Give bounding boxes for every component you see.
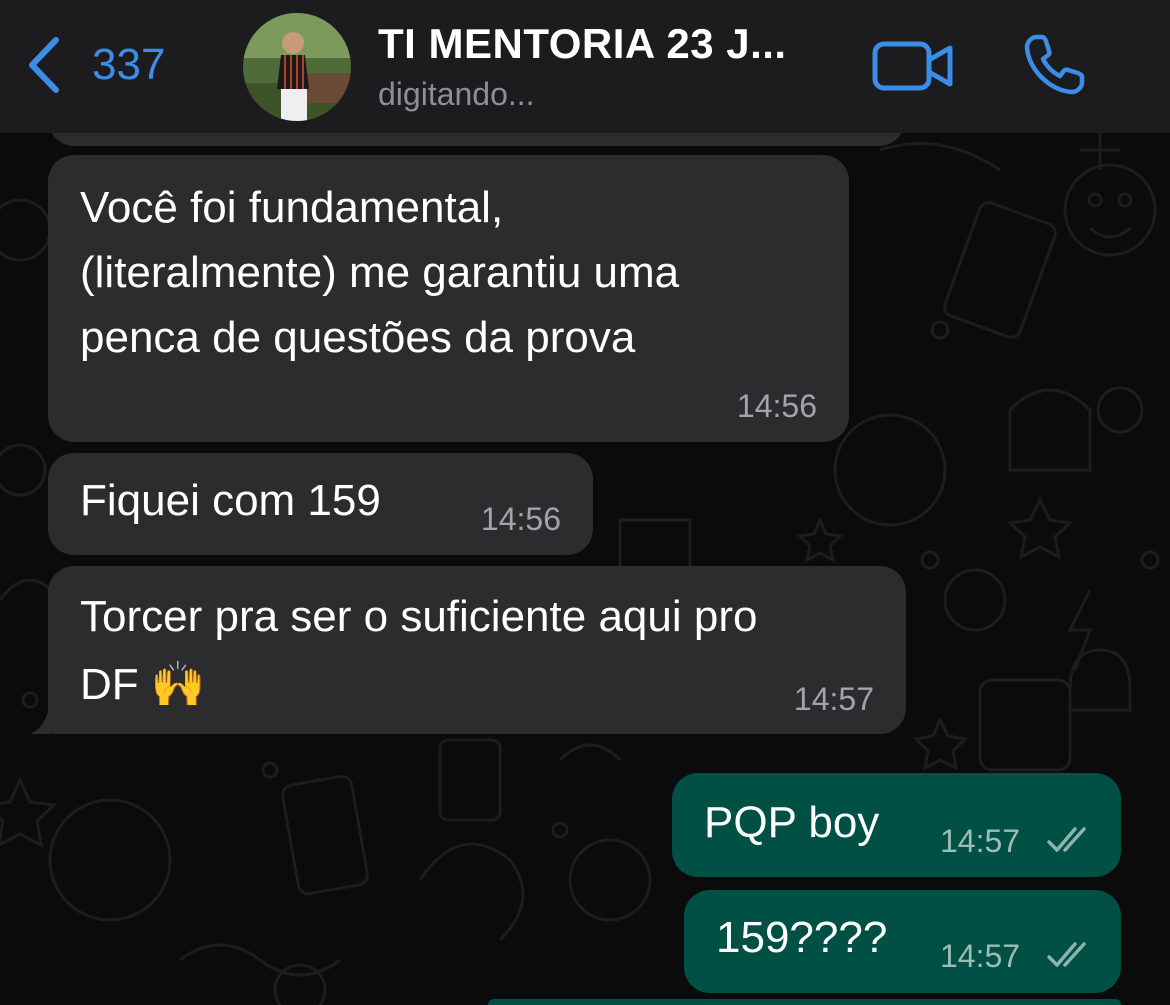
message-time: 14:56 bbox=[480, 501, 561, 537]
message-text: Fiquei com 159 bbox=[80, 476, 381, 525]
message-bubble-incoming[interactable]: Você foi fundamental, (literalmente) me … bbox=[48, 155, 849, 442]
double-check-icon bbox=[1047, 942, 1086, 967]
message-text: (literalmente) me garantiu uma bbox=[80, 248, 680, 297]
chat-title[interactable]: TI MENTORIA 23 J... bbox=[378, 20, 787, 68]
message-bubble-incoming[interactable]: Fiquei com 159 14:56 bbox=[48, 453, 593, 555]
typing-status: digitando... bbox=[378, 76, 535, 112]
bubble-tail bbox=[30, 700, 50, 734]
message-bubble-partial bbox=[488, 999, 1121, 1005]
voice-call-button[interactable] bbox=[1022, 33, 1086, 97]
unread-count: 337 bbox=[92, 40, 166, 89]
chevron-left-icon bbox=[29, 37, 59, 93]
video-call-button[interactable] bbox=[872, 38, 954, 94]
message-text: Torcer pra ser o suficiente aqui pro bbox=[80, 592, 758, 641]
group-avatar[interactable] bbox=[243, 13, 351, 121]
message-time: 14:57 bbox=[793, 681, 874, 717]
message-time: 14:57 bbox=[940, 823, 1021, 859]
double-check-icon bbox=[1047, 827, 1086, 852]
message-time: 14:56 bbox=[736, 388, 817, 424]
message-text: 159???? bbox=[716, 913, 888, 962]
chat-header: 337 TI MENTORIA 23 J... digitando... bbox=[0, 0, 1170, 133]
message-bubble-outgoing[interactable]: 159???? 14:57 bbox=[684, 890, 1121, 993]
message-time: 14:57 bbox=[940, 938, 1021, 974]
message-text: Você foi fundamental, bbox=[80, 183, 504, 232]
message-bubble-outgoing[interactable]: PQP boy 14:57 bbox=[672, 773, 1121, 877]
message-bubble-incoming[interactable]: Torcer pra ser o suficiente aqui pro DF … bbox=[48, 566, 906, 734]
message-text: PQP boy bbox=[704, 798, 880, 847]
back-button[interactable]: 337 bbox=[26, 36, 165, 94]
video-camera-icon bbox=[872, 41, 953, 91]
message-text: penca de questões da prova bbox=[80, 313, 636, 362]
phone-icon bbox=[1024, 34, 1085, 95]
message-text: DF 🙌 bbox=[80, 660, 206, 709]
